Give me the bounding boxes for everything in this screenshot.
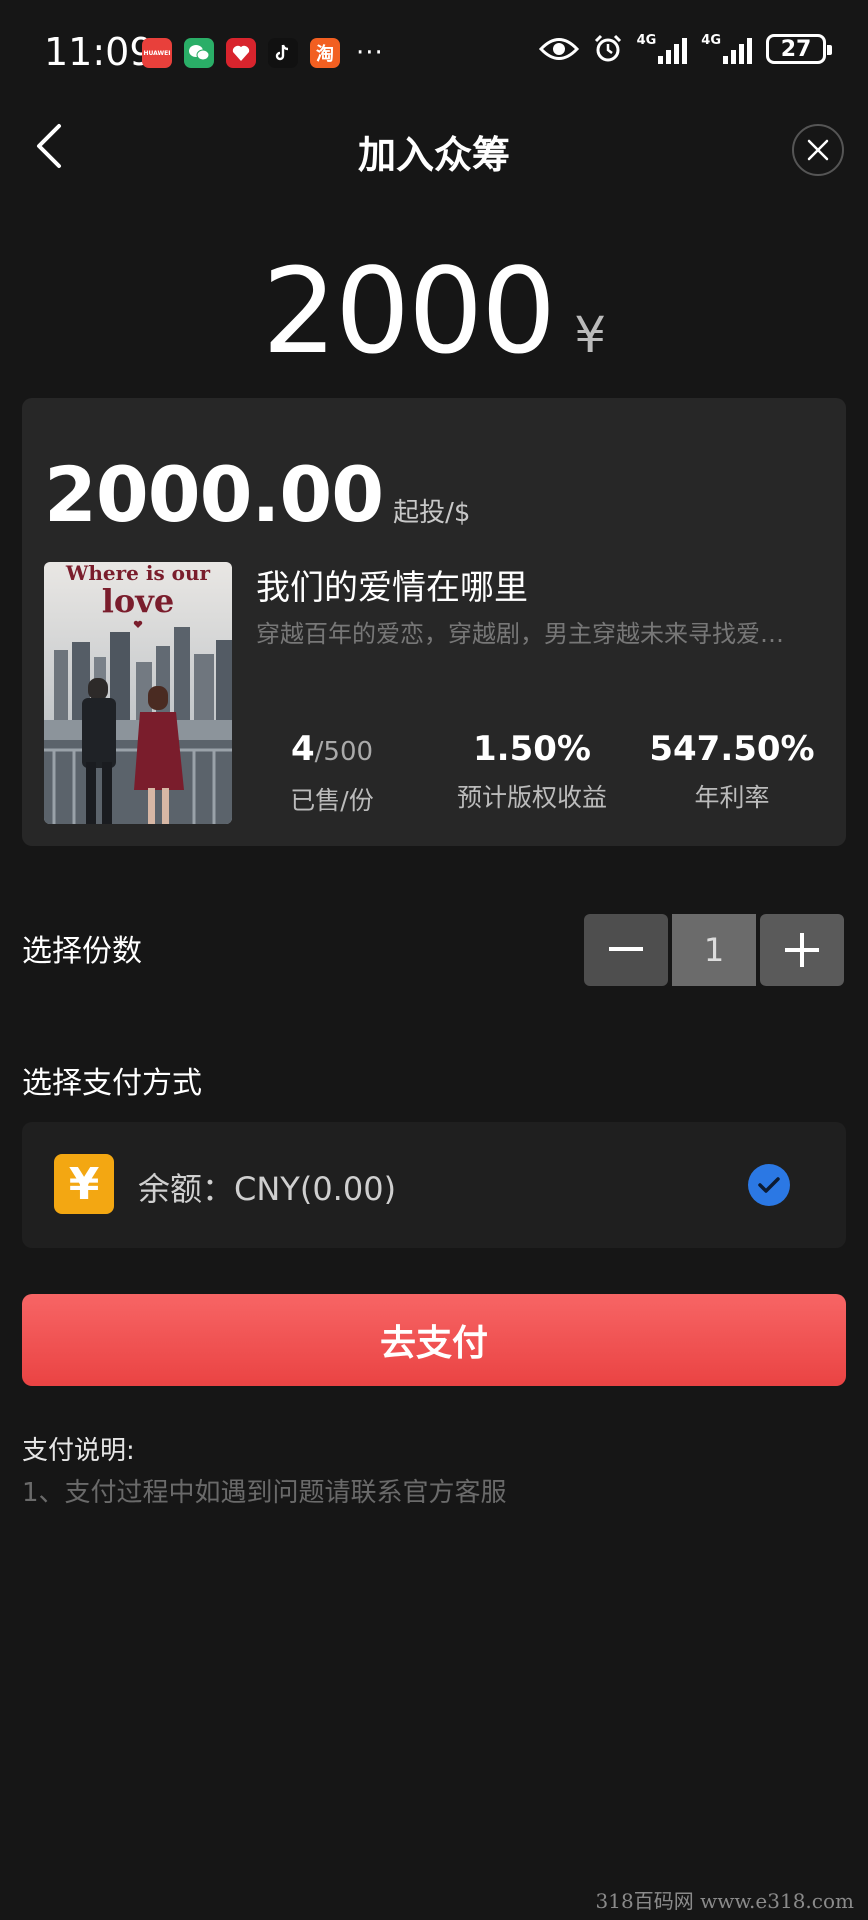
selected-check-icon[interactable] — [748, 1164, 790, 1206]
plus-icon — [785, 933, 819, 967]
huawei-appgallery-icon: HUAWEI — [142, 38, 172, 68]
quantity-stepper: 1 — [584, 914, 844, 986]
total-amount-currency: ¥ — [574, 306, 607, 364]
min-investment: 2000.00 起投/$ — [44, 450, 470, 539]
notification-app-icons: HUAWEI 淘 ··· — [142, 38, 384, 68]
stat-annual-rate: 547.50% 年利率 — [632, 728, 832, 817]
increase-quantity-button[interactable] — [760, 914, 844, 986]
taobao-icon: 淘 — [310, 38, 340, 68]
tiktok-icon — [268, 38, 298, 68]
minus-icon — [609, 947, 643, 951]
crowdfunding-join-screen: 11:09 HUAWEI 淘 ··· 4G 4G 27 加入众筹 2000 ¥ … — [0, 0, 868, 1920]
close-button[interactable] — [792, 124, 844, 176]
yen-wallet-icon: ¥ — [54, 1154, 114, 1214]
book-title: 我们的爱情在哪里 — [256, 568, 528, 608]
taobao-label: 淘 — [316, 44, 334, 65]
stat-sold-label: 已售/份 — [290, 786, 374, 815]
payment-notes-title: 支付说明: — [22, 1436, 135, 1466]
watermark: 318百码网 www.e318.com — [595, 1889, 854, 1913]
decrease-quantity-button[interactable] — [584, 914, 668, 986]
status-time: 11:09 — [44, 30, 154, 74]
network-2-label: 4G — [701, 33, 721, 48]
total-amount: 2000 ¥ — [0, 242, 868, 380]
stat-copyright-yield-value: 1.50% — [473, 729, 591, 769]
stat-annual-rate-value: 547.50% — [649, 729, 815, 769]
signal-1-icon: 4G — [637, 34, 688, 64]
eye-comfort-icon — [538, 38, 579, 60]
battery-icon: 27 — [766, 34, 832, 64]
book-description: 穿越百年的爱恋，穿越剧，男主穿越未来寻找爱人的故事 — [256, 620, 796, 648]
battery-level: 27 — [780, 36, 812, 62]
payment-method-label: 选择支付方式 — [22, 1066, 202, 1101]
payment-notes-line: 1、支付过程中如遇到问题请联系官方客服 — [22, 1478, 507, 1508]
stat-copyright-yield: 1.50% 预计版权收益 — [432, 728, 632, 817]
quantity-input[interactable]: 1 — [672, 914, 756, 986]
product-stats: 4/500 已售/份 1.50% 预计版权收益 547.50% 年利率 — [232, 728, 832, 817]
payment-option-balance[interactable]: ¥ 余额：CNY(0.00) — [22, 1122, 846, 1248]
stat-sold: 4/500 已售/份 — [232, 728, 432, 817]
stat-sold-value: 4 — [290, 729, 315, 769]
alarm-icon — [594, 34, 621, 62]
pinduoduo-icon — [226, 38, 256, 68]
huawei-appgallery-label: HUAWEI — [143, 49, 171, 57]
wechat-icon — [184, 38, 214, 68]
book-cover-image: Where is our love — [44, 562, 232, 824]
cover-title-line-2: love — [102, 582, 174, 620]
total-amount-value: 2000 — [261, 242, 556, 380]
min-investment-price: 2000.00 — [44, 450, 384, 539]
close-icon — [807, 139, 829, 161]
quantity-label: 选择份数 — [22, 934, 142, 969]
pay-button[interactable]: 去支付 — [22, 1294, 846, 1386]
stat-sold-total: /500 — [314, 737, 374, 767]
page-title: 加入众筹 — [357, 133, 510, 177]
stat-annual-rate-label: 年利率 — [694, 783, 770, 812]
network-1-label: 4G — [636, 33, 657, 48]
product-card: 2000.00 起投/$ Where is our love 我们的爱情在哪里 … — [22, 398, 846, 846]
min-investment-unit: 起投/$ — [393, 498, 471, 528]
payment-option-text: 余额：CNY(0.00) — [138, 1170, 397, 1208]
signal-2-icon: 4G — [701, 34, 752, 64]
stat-copyright-yield-label: 预计版权收益 — [456, 783, 607, 812]
more-notifications-icon: ··· — [356, 38, 384, 68]
status-bar: 11:09 HUAWEI 淘 ··· 4G 4G 27 — [0, 0, 868, 100]
nav-bar: 加入众筹 — [0, 100, 868, 200]
status-indicators: 4G 4G 27 — [538, 34, 832, 64]
